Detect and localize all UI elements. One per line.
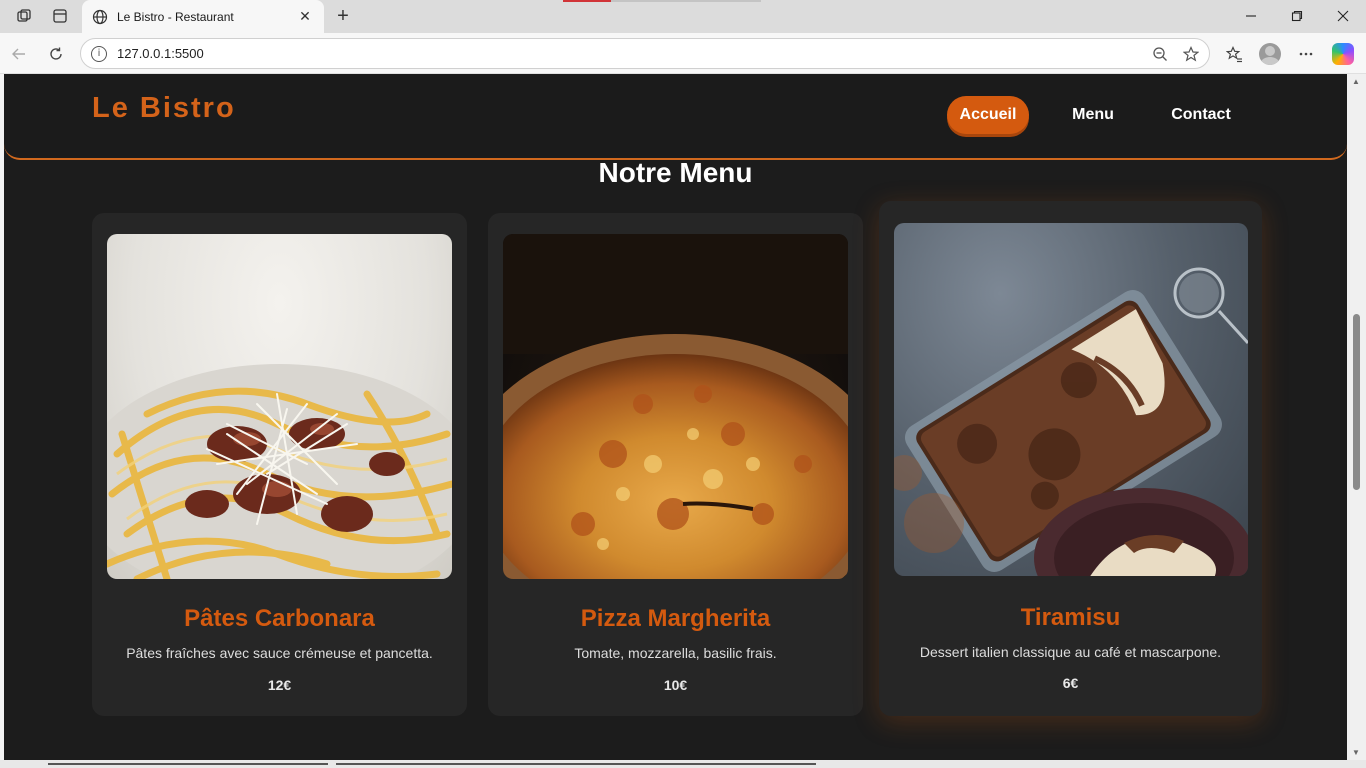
tab-strip-indicator — [563, 0, 611, 2]
scroll-down-arrow-icon[interactable]: ▼ — [1352, 748, 1360, 757]
pizza-photo — [503, 234, 848, 579]
back-arrow-icon[interactable] — [6, 41, 32, 67]
page-scrollbar[interactable]: ▲ ▼ — [1347, 74, 1366, 760]
tab-close-icon[interactable]: ✕ — [296, 8, 314, 25]
tab-actions-icon[interactable] — [46, 4, 74, 28]
dish-description: Tomate, mozzarella, basilic frais. — [574, 645, 777, 661]
nav-link-menu[interactable]: Menu — [1058, 96, 1128, 134]
dish-description: Dessert italien classique au café et mas… — [919, 644, 1222, 660]
dish-name: Pâtes Carbonara — [184, 605, 375, 632]
refresh-icon[interactable] — [43, 41, 69, 67]
dish-description: Pâtes fraîches avec sauce crémeuse et pa… — [126, 645, 433, 661]
nav-link-accueil[interactable]: Accueil — [947, 96, 1029, 134]
copilot-icon[interactable] — [1332, 43, 1354, 65]
zoom-icon[interactable] — [1147, 41, 1173, 67]
site-logo[interactable]: Le Bistro — [92, 92, 236, 125]
browser-tab-active[interactable]: Le Bistro - Restaurant ✕ — [82, 0, 324, 33]
carbonara-photo — [107, 234, 452, 579]
tab-title: Le Bistro - Restaurant — [117, 9, 234, 24]
browser-toolbar: i 127.0.0.1:5500 — [0, 33, 1366, 74]
close-window-button[interactable] — [1320, 4, 1366, 28]
new-tab-button[interactable]: + — [330, 4, 356, 28]
dish-price: 10€ — [663, 677, 688, 693]
menu-card[interactable]: Pizza Margherita Tomate, mozzarella, bas… — [488, 213, 863, 716]
browser-titlebar: Le Bistro - Restaurant ✕ + — [0, 0, 1366, 33]
favorite-star-icon[interactable] — [1178, 41, 1204, 67]
dish-name: Pizza Margherita — [580, 605, 771, 632]
dish-price: 12€ — [267, 677, 292, 693]
scroll-up-arrow-icon[interactable]: ▲ — [1352, 77, 1360, 86]
menu-card[interactable]: Tiramisu Dessert italien classique au ca… — [879, 201, 1262, 716]
nav-link-contact[interactable]: Contact — [1162, 96, 1240, 134]
restore-button[interactable] — [1274, 4, 1320, 28]
dish-price: 6€ — [1062, 675, 1079, 691]
tiramisu-photo — [894, 223, 1248, 576]
address-bar[interactable]: i 127.0.0.1:5500 — [80, 38, 1210, 69]
minimize-button[interactable] — [1228, 4, 1274, 28]
taskbar-segment — [336, 763, 816, 765]
workspaces-icon[interactable] — [10, 4, 38, 28]
globe-icon — [92, 9, 108, 25]
profile-avatar[interactable] — [1259, 43, 1281, 65]
taskbar-segment — [48, 763, 328, 765]
section-title: Notre Menu — [598, 157, 753, 188]
scrollbar-thumb[interactable] — [1353, 314, 1360, 490]
page-viewport: Le Bistro Accueil Menu Contact Notre Men… — [4, 74, 1347, 760]
dish-name: Tiramisu — [1020, 604, 1121, 631]
url-text: 127.0.0.1:5500 — [117, 46, 204, 61]
tab-strip-divider — [611, 0, 761, 2]
site-info-icon[interactable]: i — [91, 45, 107, 62]
favorites-icon[interactable] — [1221, 41, 1247, 67]
menu-card[interactable]: Pâtes Carbonara Pâtes fraîches avec sauc… — [92, 213, 467, 716]
more-options-icon[interactable] — [1293, 41, 1319, 67]
taskbar-edge — [0, 760, 1366, 768]
site-header: Le Bistro Accueil Menu Contact — [4, 74, 1347, 160]
